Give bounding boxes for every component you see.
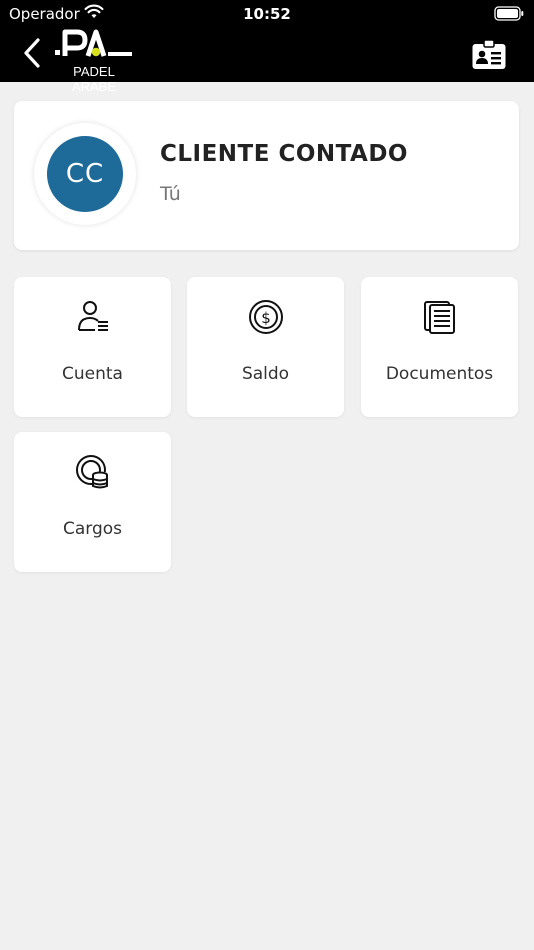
tile-saldo[interactable]: $ Saldo <box>187 277 344 417</box>
logo-mark-icon <box>55 29 132 57</box>
wifi-icon <box>84 4 104 18</box>
avatar-ring: CC <box>34 123 136 225</box>
tile-cuenta[interactable]: Cuenta <box>14 277 171 417</box>
battery-icon <box>494 6 524 21</box>
user-list-icon <box>77 301 108 331</box>
padel-arabe-logo: PADEL ARABE <box>52 28 142 94</box>
coin-stack-icon <box>75 455 108 489</box>
dollar-coin-icon: $ <box>248 300 283 334</box>
tile-label: Cargos <box>62 519 123 539</box>
tile-label: Cuenta <box>62 364 123 384</box>
tile-cargos[interactable]: Cargos <box>14 432 171 572</box>
tile-documentos[interactable]: Documentos <box>361 277 518 417</box>
status-time: 10:52 <box>243 5 291 23</box>
nav-bar: PADEL ARABE <box>0 28 534 94</box>
profile-subtitle: Tú <box>160 183 181 205</box>
profile-name: CLIENTE CONTADO <box>160 141 408 167</box>
profile-card: CC CLIENTE CONTADO Tú <box>14 101 519 250</box>
back-button[interactable] <box>20 36 48 70</box>
avatar: CC <box>47 136 123 212</box>
tile-label: Saldo <box>241 364 290 384</box>
logo-text: PADEL ARABE <box>71 64 117 94</box>
carrier-label: Operador <box>9 5 80 23</box>
tile-label: Documentos <box>385 364 494 384</box>
documents-icon <box>423 301 455 334</box>
id-card-icon[interactable] <box>471 39 507 71</box>
svg-text:$: $ <box>261 309 271 327</box>
status-bar: Operador 10:52 <box>0 0 534 28</box>
